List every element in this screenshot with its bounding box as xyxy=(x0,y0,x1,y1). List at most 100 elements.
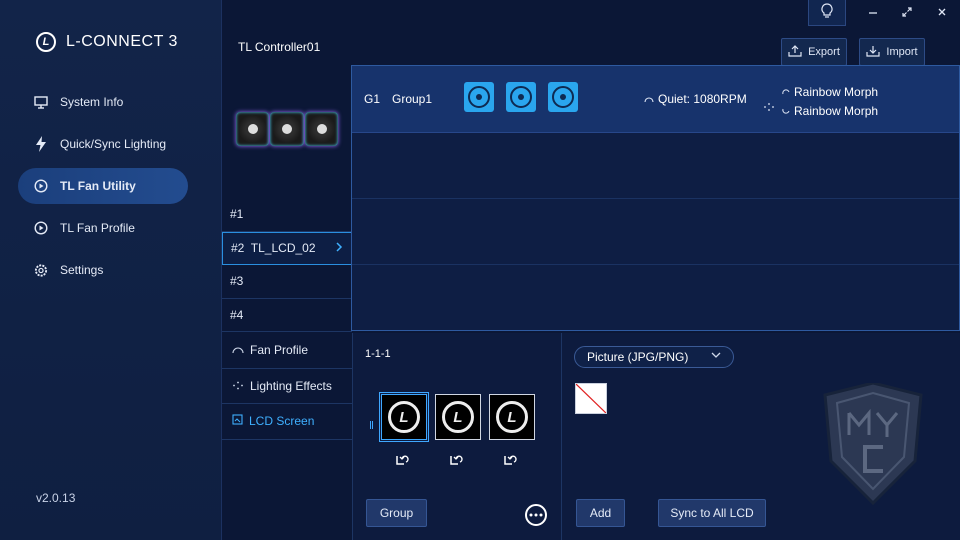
fan-icon[interactable] xyxy=(506,82,536,112)
lighting-effect-2: Rainbow Morph xyxy=(782,101,878,120)
group-lighting: Rainbow Morph Rainbow Morph xyxy=(764,82,878,120)
group-row[interactable]: G1 Group1 Quiet: 1080RPM Rainbow Morph R… xyxy=(352,66,959,133)
group-speed-text: Quiet: 1080RPM xyxy=(658,92,747,106)
port-item-3[interactable]: #3 xyxy=(222,265,352,299)
brand: L L-CONNECT 3 xyxy=(36,32,178,52)
app-logo-icon: L xyxy=(36,32,56,52)
fan-icon[interactable] xyxy=(464,82,494,112)
media-type-select[interactable]: Picture (JPG/PNG) xyxy=(574,346,734,368)
nav-item-quick-sync-lighting[interactable]: Quick/Sync Lighting xyxy=(18,126,188,162)
nav-label: Settings xyxy=(60,263,104,277)
port-label: #1 xyxy=(230,207,244,222)
lcd-tile-2[interactable]: L xyxy=(435,394,481,440)
gauge-icon xyxy=(232,343,244,357)
export-label: Export xyxy=(808,46,840,58)
tab-lcd-screen[interactable]: LCD Screen xyxy=(222,404,352,440)
controller-title: TL Controller01 xyxy=(238,40,321,54)
group-id: G1 xyxy=(364,92,381,106)
tab-label: Lighting Effects xyxy=(250,378,332,393)
port-item-2[interactable]: #2 TL_LCD_02 xyxy=(222,231,352,265)
tab-label: Fan Profile xyxy=(250,343,309,358)
sync-to-all-lcd-button[interactable]: Sync to All LCD xyxy=(658,499,766,527)
tab-label: LCD Screen xyxy=(249,414,315,429)
close-button[interactable] xyxy=(931,4,953,22)
nav-item-tl-fan-profile[interactable]: TL Fan Profile xyxy=(18,210,188,246)
port-label: #3 xyxy=(230,274,244,289)
nav-menu: System Info Quick/Sync Lighting TL Fan U… xyxy=(18,84,188,294)
nav-label: Quick/Sync Lighting xyxy=(60,137,167,151)
chevron-down-icon xyxy=(711,350,721,361)
export-icon xyxy=(788,44,802,60)
nav-label: System Info xyxy=(60,95,124,109)
sparkle-icon xyxy=(232,379,244,393)
monitor-icon xyxy=(34,95,48,109)
empty-group-row xyxy=(352,199,959,265)
fan-product-image xyxy=(236,112,338,148)
close-icon xyxy=(937,6,947,20)
nav-label: TL Fan Profile xyxy=(60,221,135,235)
lcd-tile-3[interactable]: L xyxy=(489,394,535,440)
nav-item-settings[interactable]: Settings xyxy=(18,252,188,288)
import-button[interactable]: Import xyxy=(859,38,925,66)
port-label: #2 TL_LCD_02 xyxy=(231,241,316,256)
chevron-right-icon xyxy=(336,241,343,255)
lcd-tile-1[interactable]: L xyxy=(379,392,429,442)
import-label: Import xyxy=(886,46,918,58)
add-button[interactable]: Add xyxy=(576,499,625,527)
nav-label: TL Fan Utility xyxy=(60,179,136,193)
nav-item-tl-fan-utility[interactable]: TL Fan Utility xyxy=(18,168,188,204)
export-button[interactable]: Export xyxy=(781,38,847,66)
port-item-1[interactable]: #1 xyxy=(222,198,352,232)
group-speed: Quiet: 1080RPM xyxy=(644,92,747,106)
import-icon xyxy=(866,45,881,60)
port-item-4[interactable]: #4 xyxy=(222,299,352,332)
group-grid: G1 Group1 Quiet: 1080RPM Rainbow Morph R… xyxy=(351,65,960,331)
tab-lighting-effects[interactable]: Lighting Effects xyxy=(222,369,352,404)
rotate-icon[interactable] xyxy=(502,453,518,470)
port-label: #4 xyxy=(230,307,244,322)
shield-watermark-icon xyxy=(817,381,929,508)
function-tabs: Fan Profile Lighting Effects LCD Screen xyxy=(222,333,352,440)
lcd-icon xyxy=(232,414,243,428)
expand-icon xyxy=(902,6,912,20)
lian-li-logo-icon: L xyxy=(442,401,474,433)
lian-li-logo-icon: L xyxy=(496,401,528,433)
lcd-panel: 1-1-1 L L L Group xyxy=(352,333,562,540)
tips-bulb-button[interactable] xyxy=(808,0,846,26)
sidebar: L L-CONNECT 3 System Info Quick/Sync Lig… xyxy=(0,0,222,540)
app-name: L-CONNECT 3 xyxy=(66,33,178,50)
nav-item-system-info[interactable]: System Info xyxy=(18,84,188,120)
group-name: Group1 xyxy=(392,92,433,106)
sync-icon[interactable] xyxy=(525,504,547,526)
fan-utility-icon xyxy=(34,179,48,193)
lcd-tiles: L L L xyxy=(379,392,535,442)
fan-image-icon xyxy=(304,112,338,146)
fan-image-icon xyxy=(236,112,270,146)
media-thumbnail[interactable] xyxy=(575,383,607,414)
minimize-icon xyxy=(868,6,878,20)
fan-profile-icon xyxy=(34,221,48,235)
fan-icon[interactable] xyxy=(548,82,578,112)
media-panel: Picture (JPG/PNG) Add Sync to All LCD xyxy=(562,333,960,540)
group-fans xyxy=(464,82,578,112)
empty-group-row xyxy=(352,133,959,199)
empty-group-row xyxy=(352,265,959,331)
sparkle-icon xyxy=(764,97,774,116)
gauge-icon xyxy=(644,92,654,106)
minimize-button[interactable] xyxy=(862,4,884,22)
media-type-value: Picture (JPG/PNG) xyxy=(587,350,689,364)
selection-marker-icon xyxy=(370,421,380,429)
lighting-effect-1: Rainbow Morph xyxy=(782,82,878,101)
group-button[interactable]: Group xyxy=(366,499,427,527)
rotate-icon[interactable] xyxy=(394,453,410,470)
lian-li-logo-icon: L xyxy=(388,401,420,433)
rotate-icon[interactable] xyxy=(448,453,464,470)
lightning-icon xyxy=(34,136,48,152)
tab-fan-profile[interactable]: Fan Profile xyxy=(222,333,352,369)
maximize-button[interactable] xyxy=(896,4,918,22)
lightbulb-icon xyxy=(821,3,833,22)
fan-image-icon xyxy=(270,112,304,146)
gear-icon xyxy=(34,263,48,277)
port-list: #1 #2 TL_LCD_02 #3 #4 xyxy=(222,198,352,332)
lcd-id: 1-1-1 xyxy=(365,348,391,360)
